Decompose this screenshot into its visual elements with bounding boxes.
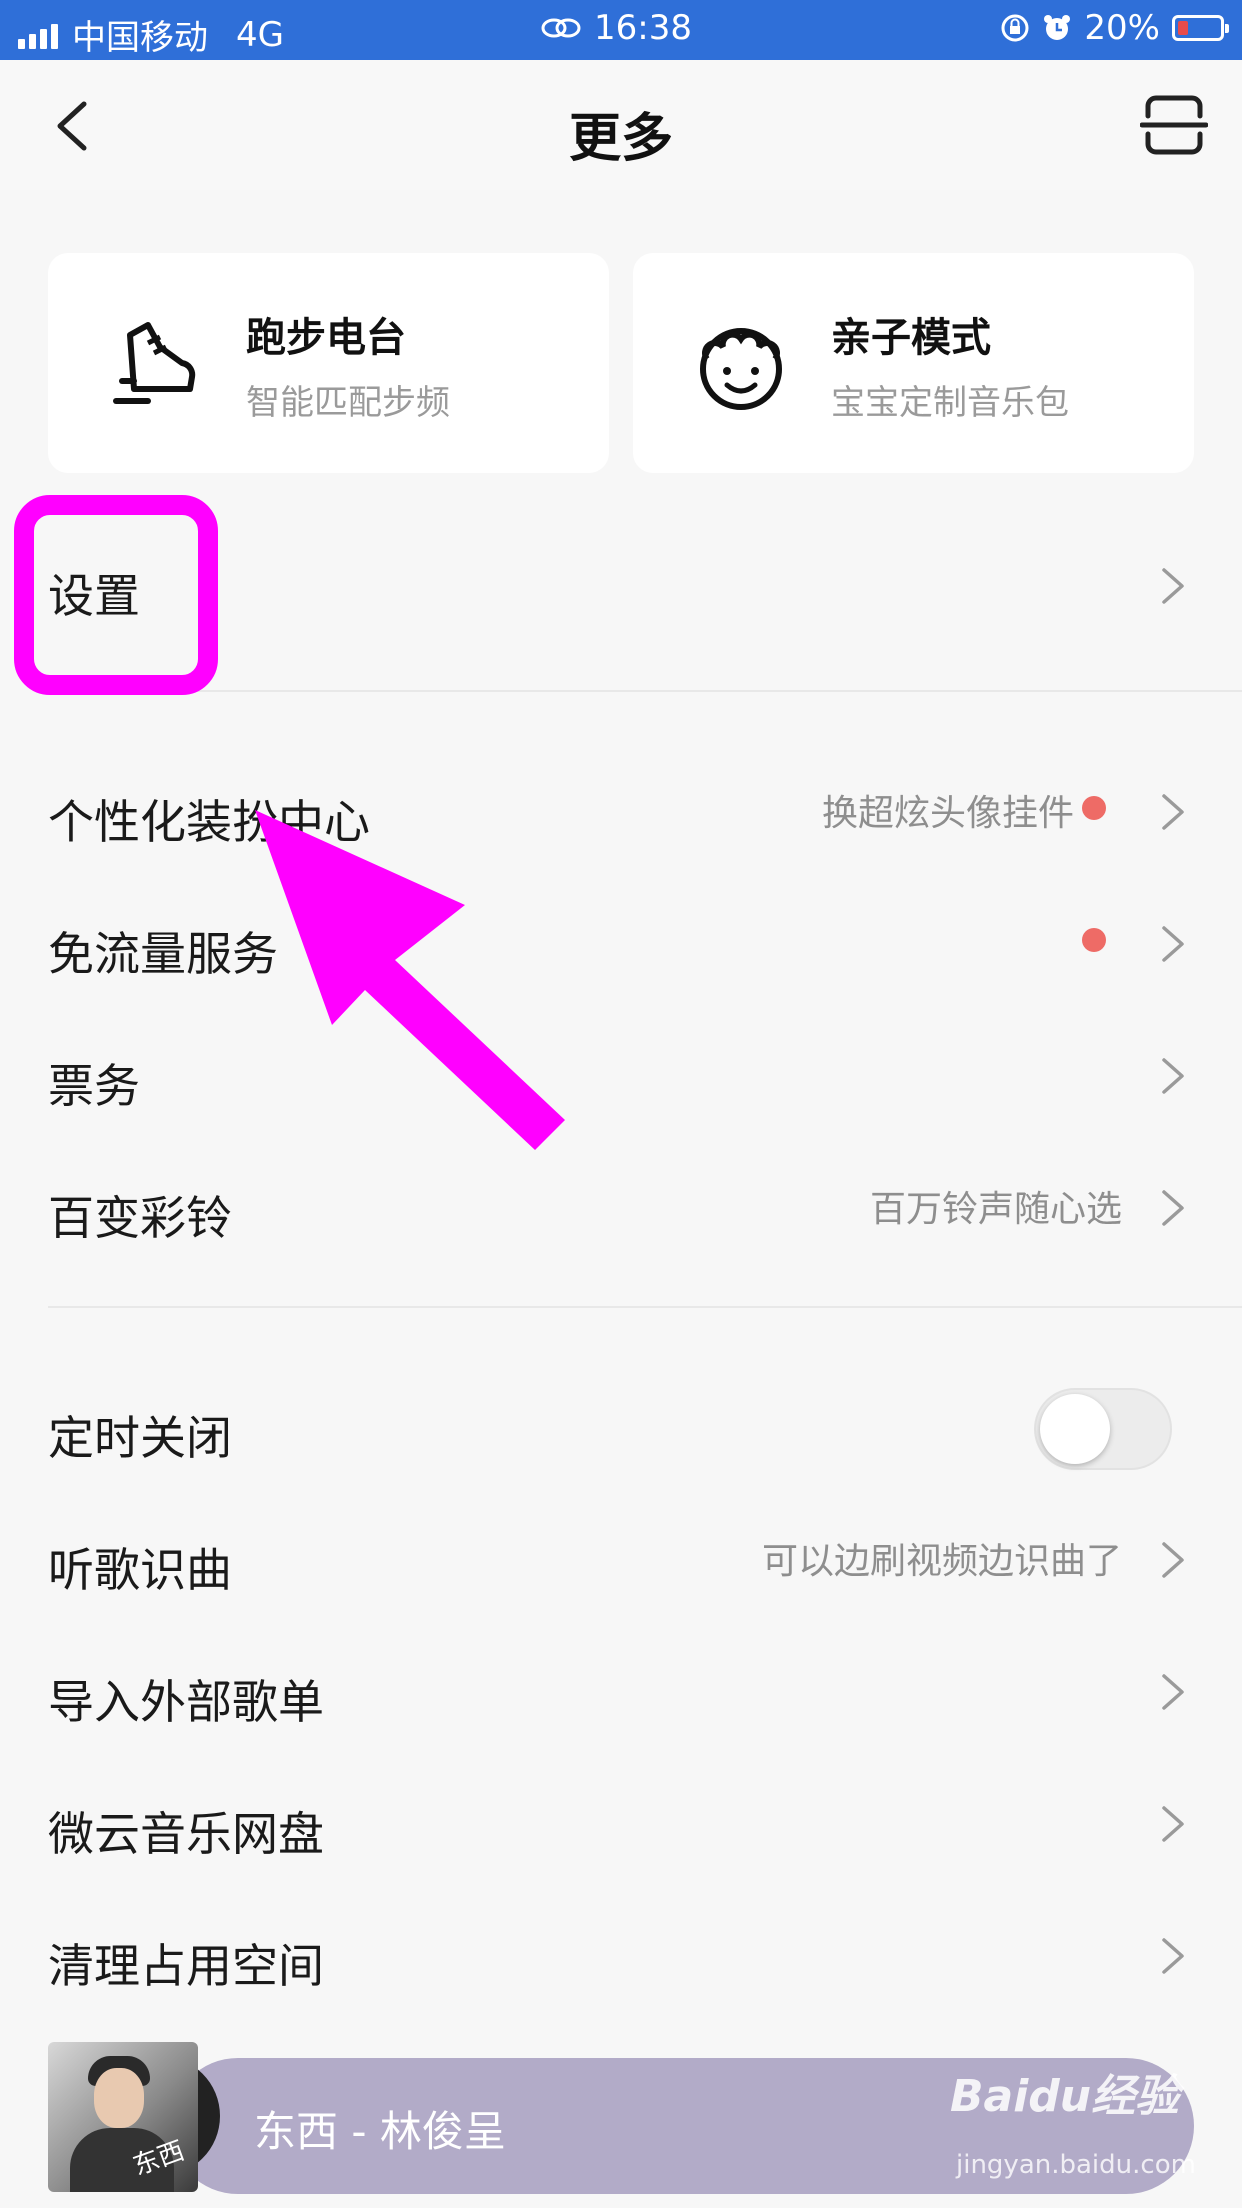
notification-dot bbox=[1082, 928, 1106, 952]
chevron-right-icon bbox=[1162, 1806, 1184, 1842]
chevron-right-icon bbox=[1162, 1058, 1184, 1094]
rotation-lock-icon bbox=[1001, 14, 1029, 42]
row-label: 免流量服务 bbox=[48, 927, 278, 981]
personalize-center-row[interactable]: 个性化装扮中心 换超炫头像挂件 bbox=[0, 742, 1242, 874]
now-playing-title: 东西 - 林俊呈 bbox=[254, 2107, 506, 2156]
battery-percent: 20% bbox=[1084, 8, 1160, 48]
row-label: 微云音乐网盘 bbox=[48, 1807, 324, 1861]
chevron-right-icon bbox=[1162, 568, 1184, 604]
import-playlist-row[interactable]: 导入外部歌单 bbox=[0, 1622, 1242, 1754]
chevron-right-icon bbox=[1162, 926, 1184, 962]
chevron-right-icon bbox=[1162, 1542, 1184, 1578]
free-data-service-row[interactable]: 免流量服务 bbox=[0, 874, 1242, 1006]
sleep-timer-row: 定时关闭 bbox=[0, 1358, 1242, 1490]
row-hint: 百万铃声随心选 bbox=[869, 1189, 1122, 1230]
status-bar: 中国移动 4G 16:38 20% bbox=[0, 0, 1242, 60]
header: 更多 bbox=[0, 60, 1242, 190]
watermark-brand: Baidu经验 bbox=[950, 2071, 1180, 2122]
carrier-label: 中国移动 bbox=[72, 18, 208, 58]
row-hint: 换超炫头像挂件 bbox=[821, 793, 1074, 834]
row-label: 百变彩铃 bbox=[48, 1191, 232, 1245]
row-label: 票务 bbox=[48, 1059, 140, 1113]
card-title: 跑步电台 bbox=[246, 315, 406, 361]
network-label: 4G bbox=[236, 14, 284, 55]
row-label: 清理占用空间 bbox=[48, 1939, 324, 1993]
chevron-right-icon bbox=[1162, 1938, 1184, 1974]
chevron-right-icon bbox=[1162, 1190, 1184, 1226]
parent-child-mode-card[interactable]: 亲子模式 宝宝定制音乐包 bbox=[633, 253, 1194, 473]
running-radio-card[interactable]: 跑步电台 智能匹配步频 bbox=[48, 253, 609, 473]
scan-icon[interactable] bbox=[1140, 94, 1208, 156]
child-face-icon bbox=[700, 328, 782, 410]
row-label: 个性化装扮中心 bbox=[48, 795, 370, 849]
battery-icon bbox=[1172, 15, 1229, 41]
chevron-right-icon bbox=[1162, 1674, 1184, 1710]
tickets-row[interactable]: 票务 bbox=[0, 1006, 1242, 1138]
row-label: 导入外部歌单 bbox=[48, 1675, 324, 1729]
row-label: 定时关闭 bbox=[48, 1411, 232, 1465]
link-icon bbox=[541, 18, 581, 38]
watermark-url: jingyan.baidu.com bbox=[956, 2150, 1196, 2180]
ringtone-row[interactable]: 百变彩铃 百万铃声随心选 bbox=[0, 1138, 1242, 1270]
divider bbox=[48, 1306, 1242, 1308]
sleep-timer-toggle[interactable] bbox=[1034, 1388, 1172, 1470]
running-shoe-icon bbox=[113, 322, 196, 404]
alarm-icon bbox=[1044, 15, 1071, 40]
album-cover[interactable]: 东西 bbox=[48, 2042, 198, 2192]
row-hint: 可以边刷视频边识曲了 bbox=[761, 1541, 1122, 1582]
notification-dot bbox=[1082, 796, 1106, 820]
clock: 16:38 bbox=[594, 8, 692, 48]
clean-space-row[interactable]: 清理占用空间 bbox=[0, 1886, 1242, 2018]
card-title: 亲子模式 bbox=[831, 315, 991, 361]
divider bbox=[48, 690, 1242, 692]
signal-icon bbox=[18, 21, 58, 49]
row-label: 听歌识曲 bbox=[48, 1543, 232, 1597]
weiyun-music-drive-row[interactable]: 微云音乐网盘 bbox=[0, 1754, 1242, 1886]
song-recognition-row[interactable]: 听歌识曲 可以边刷视频边识曲了 bbox=[0, 1490, 1242, 1622]
chevron-right-icon bbox=[1162, 794, 1184, 830]
annotation-highlight-box bbox=[14, 495, 218, 695]
card-subtitle: 宝宝定制音乐包 bbox=[831, 383, 1069, 423]
page-title: 更多 bbox=[568, 109, 673, 169]
card-subtitle: 智能匹配步频 bbox=[246, 383, 450, 423]
